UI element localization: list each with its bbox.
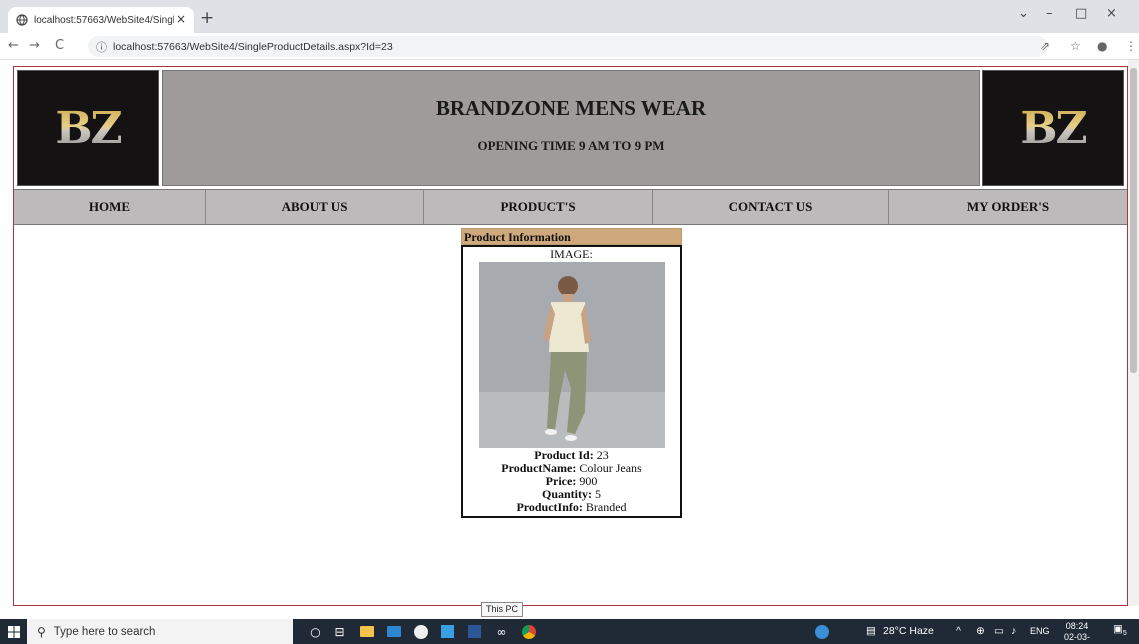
file-explorer-icon[interactable] <box>358 623 375 640</box>
scrollbar-thumb[interactable] <box>1130 68 1137 373</box>
image-label: IMAGE: <box>550 247 593 261</box>
volume-icon[interactable]: ♪ <box>1011 625 1016 637</box>
logo-right: BZ <box>982 70 1124 186</box>
page-content: BZ BRANDZONE MENS WEAR OPENING TIME 9 AM… <box>13 66 1128 606</box>
forward-button[interactable]: → <box>29 38 40 53</box>
infinity-app-icon[interactable]: ∞ <box>493 623 510 640</box>
weather-text[interactable]: 28°C Haze <box>883 625 934 637</box>
address-bar[interactable]: ⓘ localhost:57663/WebSite4/SingleProduct… <box>88 36 1048 57</box>
opening-time: OPENING TIME 9 AM TO 9 PM <box>477 138 665 153</box>
task-view-icon[interactable]: ⊟ <box>331 623 348 640</box>
clock-time: 08:24 <box>1065 621 1089 631</box>
field-label: Product Id: <box>534 448 594 462</box>
header-banner: BRANDZONE MENS WEAR OPENING TIME 9 AM TO… <box>162 70 980 186</box>
battery-icon[interactable]: ▭ <box>994 625 1004 637</box>
network-icon[interactable]: ⊕ <box>976 625 985 637</box>
profile-icon[interactable]: ● <box>1097 39 1107 53</box>
field-value: 5 <box>595 487 601 501</box>
field-value: Colour Jeans <box>579 461 642 475</box>
field-value: 900 <box>579 474 598 488</box>
field-label: ProductName: <box>501 461 577 475</box>
menu-item-products[interactable]: PRODUCT'S <box>424 190 653 224</box>
address-toolbar: ← → C ⓘ localhost:57663/WebSite4/SingleP… <box>0 33 1139 60</box>
product-fields: Product Id: 23 ProductName: Colour Jeans… <box>463 449 680 514</box>
browser-tab[interactable]: localhost:57663/WebSite4/Single × <box>8 7 194 33</box>
taskbar-clock[interactable]: 08:24 02-03-2022 <box>1055 621 1099 644</box>
bookmark-star-icon[interactable]: ☆ <box>1070 39 1081 53</box>
tab-title: localhost:57663/WebSite4/Single <box>34 14 174 26</box>
model-figure-image <box>478 262 665 448</box>
main-menu: HOME ABOUT US PRODUCT'S CONTACT US MY OR… <box>14 189 1127 225</box>
clock-date: 02-03-2022 <box>1063 632 1090 644</box>
this-pc-tooltip: This PC <box>481 602 524 617</box>
product-image <box>478 262 665 448</box>
logo-left: BZ <box>17 70 159 186</box>
field-label: Price: <box>545 474 577 488</box>
minimize-button[interactable]: – <box>1046 6 1053 21</box>
visual-studio-code-icon[interactable] <box>439 623 456 640</box>
tab-close-icon[interactable]: × <box>176 12 186 26</box>
search-placeholder: Type here to search <box>53 625 156 638</box>
field-value: Branded <box>585 500 627 514</box>
site-title: BRANDZONE MENS WEAR <box>435 96 707 120</box>
browser-menu-icon[interactable]: ⋮ <box>1125 39 1137 53</box>
word-icon[interactable] <box>466 623 483 640</box>
menu-item-about-us[interactable]: ABOUT US <box>206 190 424 224</box>
menu-item-home[interactable]: HOME <box>14 190 206 224</box>
tab-search-icon[interactable]: ⌄ <box>1018 6 1029 21</box>
site-info-icon[interactable]: ⓘ <box>96 39 107 55</box>
globe-icon <box>16 14 28 26</box>
windows-logo-icon <box>7 625 20 638</box>
taskbar-search-box[interactable]: ⚲ Type here to search <box>27 619 293 644</box>
url-text[interactable]: localhost:57663/WebSite4/SingleProductDe… <box>113 41 393 53</box>
close-window-button[interactable]: × <box>1106 6 1117 21</box>
panel-title: Product Information <box>461 228 682 245</box>
help-icon[interactable] <box>813 623 830 640</box>
site-header: BZ BRANDZONE MENS WEAR OPENING TIME 9 AM… <box>14 67 1127 189</box>
page-scrollbar[interactable] <box>1128 60 1139 606</box>
product-info-row: ProductInfo: Branded <box>463 501 680 514</box>
maximize-button[interactable]: □ <box>1075 6 1087 21</box>
show-hidden-icons-icon[interactable]: ^ <box>956 625 961 637</box>
notification-center-icon[interactable]: ▣5 <box>1113 623 1127 637</box>
product-information-panel: Product Information IMAGE: Product Id: 2… <box>461 228 682 518</box>
logo-right-text: BZ <box>1020 102 1087 154</box>
new-tab-button[interactable]: + <box>200 8 214 28</box>
share-icon[interactable]: ⇗ <box>1040 39 1050 53</box>
github-icon[interactable] <box>412 623 429 640</box>
windows-taskbar: ⚲ Type here to search ○ ⊟ ∞ ▤ 28°C Haze … <box>0 619 1139 644</box>
logo-left-text: BZ <box>55 102 122 154</box>
start-button[interactable] <box>0 619 27 644</box>
notification-count: 5 <box>1122 630 1127 638</box>
search-icon: ⚲ <box>37 624 46 639</box>
mail-icon[interactable] <box>385 623 402 640</box>
menu-item-contact-us[interactable]: CONTACT US <box>653 190 889 224</box>
menu-item-my-orders[interactable]: MY ORDER'S <box>889 190 1127 224</box>
cortana-icon[interactable]: ○ <box>307 623 324 640</box>
field-label: ProductInfo: <box>516 500 583 514</box>
field-value: 23 <box>596 448 609 462</box>
reload-button[interactable]: C <box>55 38 64 53</box>
chrome-icon[interactable] <box>520 623 537 640</box>
back-button[interactable]: ← <box>8 38 19 53</box>
product-details: IMAGE: Product Id: 23 ProductName: Colou… <box>461 245 682 518</box>
language-indicator[interactable]: ENG <box>1030 626 1050 636</box>
field-label: Quantity: <box>541 487 592 501</box>
weather-icon: ▤ <box>866 625 876 637</box>
browser-tab-strip: localhost:57663/WebSite4/Single × + ⌄ – … <box>0 0 1139 33</box>
